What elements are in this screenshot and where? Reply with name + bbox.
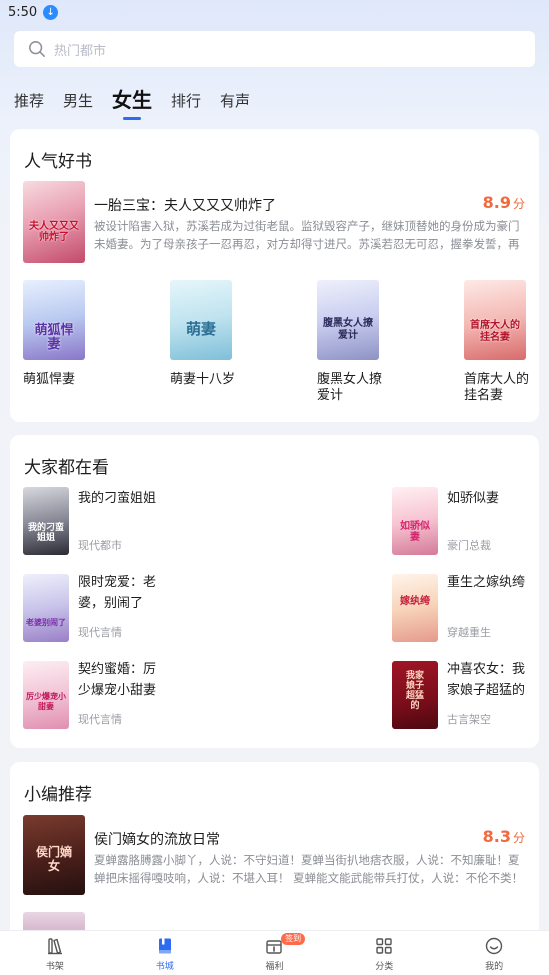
nav-label: 书架 [45,962,64,972]
search-placeholder: 热门都市 [54,43,107,59]
cover-title: 嫁纨绔 [400,596,430,607]
book-cover[interactable]: 侯门嫡女 [23,815,85,895]
category-tabs: 推荐 男生 女生 排行 有声 [14,80,269,120]
bookstore-icon [158,938,171,954]
book-cover[interactable]: 萌妻 [170,280,232,360]
cover-title: 萌妻 [185,320,216,338]
book-description: 被设计陷害入狱，苏溪若成为过街老鼠。监狱毁容产子，继妹顶替她的身份成为豪门未婚妻… [94,219,520,251]
popular-books-card: 人气好书 夫人又又又帅炸了 一胎三宝：夫人又又又帅炸了 8.9 分 被设计陷害入狱… [10,129,539,422]
download-icon: ↓ [43,4,59,20]
bookshelf-icon [47,938,62,955]
cover-title: 老婆别闹了 [26,617,66,627]
nav-label: 书城 [155,962,174,972]
book-category: 穿越重生 [447,626,491,639]
book-cover[interactable]: 萌狐悍妻 [23,280,85,360]
book-score: 8.3 分 [483,827,525,846]
book-name: 萌妻十八岁 [170,372,236,387]
tab-ranking[interactable]: 排行 [171,88,201,114]
score-unit: 分 [512,197,525,211]
book-cover[interactable]: 嫁纨绔 [392,574,438,642]
book-score: 8.9 分 [483,193,525,212]
tab-male[interactable]: 男生 [63,88,93,114]
tab-recommend[interactable]: 推荐 [14,88,44,114]
nav-label: 我的 [485,962,504,972]
nav-bookshelf[interactable]: 书架 [0,931,110,975]
book-name: 腹黑女人撩爱计 [317,372,383,403]
book-cover[interactable]: 夫人又又又帅炸了 [23,181,85,263]
bottom-nav: 书架 书城 福利 签到 分类 我的 [0,930,549,975]
book-cover[interactable]: 腹黑女人撩爱计 [317,280,379,360]
status-bar: 5:50 ↓ [0,0,549,24]
book-title: 我的刁蛮姐姐 [78,491,157,506]
nav-bookstore[interactable]: 书城 [110,931,220,975]
trending-books-card: 大家都在看 我的刁蛮姐姐 我的刁蛮姐姐 现代都市 老婆别闹了 限时宠爱：老婆，别… [10,435,539,748]
nav-welfare[interactable]: 福利 签到 [220,931,330,975]
book-title: 侯门嫡女的流放日常 [94,832,220,848]
status-time: 5:50 [8,4,38,20]
book-cover[interactable]: 我的刁蛮姐姐 [23,487,69,555]
cover-title: 我的刁蛮姐姐 [27,523,64,543]
tab-audio[interactable]: 有声 [220,88,250,114]
section-title: 大家都在看 [24,458,109,478]
book-description: 夏蝉露胳膊露小脚丫，人说：不守妇道！夏蝉当街扒地痞衣服，人说：不知廉耻！夏蝉把床… [94,853,524,885]
book-title: 契约蜜婚：厉少爆宠小甜妻 [78,662,157,698]
book-cover[interactable]: 我家娘子超猛的 [392,661,438,729]
cover-title: 我家娘子超猛的 [405,671,424,711]
cover-title: 夫人又又又帅炸了 [29,221,79,243]
book-cover[interactable]: 如骄似妻 [392,487,438,555]
book-name: 首席大人的挂名妻 [464,372,530,403]
nav-label: 福利 [265,962,284,972]
book-title: 如骄似妻 [447,491,500,506]
cover-title: 厉少爆宠小甜妻 [26,691,66,711]
section-title: 小编推荐 [24,785,92,805]
cover-title: 萌狐悍妻 [34,323,74,352]
cover-title: 首席大人的挂名妻 [470,320,520,343]
book-cover[interactable]: 厉少爆宠小甜妻 [23,661,69,729]
book-category: 现代都市 [78,539,122,552]
checkin-badge: 签到 [281,933,306,945]
score-unit: 分 [512,831,525,845]
book-category: 现代言情 [78,713,122,726]
category-icon [376,938,392,954]
score-value: 8.9 [482,193,511,212]
cover-title: 腹黑女人撩爱计 [323,318,373,341]
book-name: 萌狐悍妻 [23,372,76,387]
book-category: 古言架空 [447,713,491,726]
search-bar[interactable]: 热门都市 [14,31,535,67]
book-cover[interactable]: 老婆别闹了 [23,574,69,642]
score-value: 8.3 [482,827,511,846]
tab-female[interactable]: 女生 [112,86,152,120]
section-title: 人气好书 [24,152,92,172]
book-title: 冲喜农女：我家娘子超猛的 [447,662,526,698]
book-title: 限时宠爱：老婆，别闹了 [78,575,157,611]
search-icon [29,41,46,58]
editor-picks-card: 小编推荐 侯门嫡女 侯门嫡女的流放日常 8.3 分 夏蝉露胳膊露小脚丫，人说：不守… [10,762,539,942]
book-category: 现代言情 [78,626,122,639]
nav-profile[interactable]: 我的 [439,931,549,975]
cover-title: 如骄似妻 [400,521,430,543]
book-cover[interactable]: 首席大人的挂名妻 [464,280,526,360]
profile-icon [485,937,503,955]
book-title: 一胎三宝：夫人又又又帅炸了 [94,198,276,214]
cover-title: 侯门嫡女 [35,845,72,873]
book-title: 重生之嫁纨绔 [447,575,526,590]
nav-category[interactable]: 分类 [329,931,439,975]
book-category: 豪门总裁 [447,539,491,552]
nav-label: 分类 [375,962,394,972]
